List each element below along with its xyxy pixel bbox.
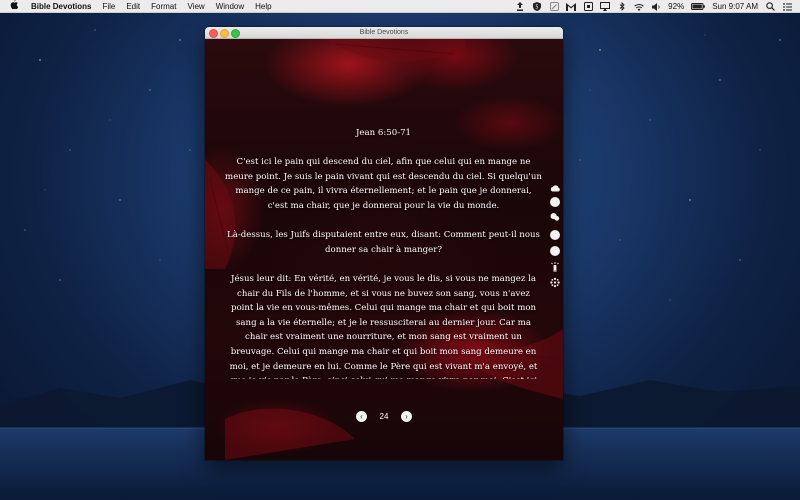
chat-bubbles-icon[interactable] [550,212,560,222]
volume-icon[interactable] [651,2,661,11]
circle-button-icon[interactable] [550,246,560,256]
next-arrow-icon[interactable]: › [401,411,412,422]
notification-center-icon[interactable] [782,2,792,11]
menu-window[interactable]: Window [216,0,244,13]
devotion-view: Jean 6:50-71 C'est ici le pain qui desce… [205,39,563,460]
svg-text:5: 5 [536,4,539,10]
menu-view[interactable]: View [187,0,204,13]
scripture-reference: Jean 6:50-71 [355,128,412,138]
window-title: Bible Devotions [359,29,409,36]
status-area: 5 92% Sun 9:07 AM [515,0,792,13]
circle-button-icon[interactable] [550,197,560,207]
menu-edit[interactable]: Edit [126,0,140,13]
scripture-paragraph: Jésus leur dit: En vérité, en vérité, je… [229,273,538,379]
battery-percent[interactable]: 92% [668,2,684,11]
menu-file[interactable]: File [102,0,115,13]
app-menu[interactable]: Bible Devotions [31,0,91,13]
gmail-icon[interactable] [566,2,577,11]
upload-icon[interactable] [515,2,525,11]
battery-icon[interactable] [691,2,705,11]
menu-format[interactable]: Format [151,0,176,13]
title-bar[interactable]: Bible Devotions [205,27,563,39]
prev-arrow-icon[interactable]: ‹ [356,411,367,422]
page-navigator: ‹ 24 › [205,410,563,424]
cloud-icon[interactable] [550,183,560,193]
menu-help[interactable]: Help [255,0,271,13]
apple-menu-icon[interactable] [10,0,20,13]
page-number: 24 [379,412,389,421]
bluetooth-icon[interactable] [617,2,627,11]
lightbulb-icon[interactable] [550,261,560,271]
spotlight-search-icon[interactable] [765,2,775,11]
circle-button-icon[interactable] [550,230,560,240]
pen-icon[interactable] [549,2,559,11]
shield-icon[interactable]: 5 [532,2,542,11]
scripture-text: Jean 6:50-71 C'est ici le pain qui desce… [225,126,542,379]
airplay-icon[interactable] [600,2,611,11]
scripture-paragraph: Là-dessus, les Juifs disputaient entre e… [227,230,540,255]
settings-dots-icon[interactable] [550,277,560,287]
wifi-icon[interactable] [634,2,644,11]
app-window: Bible Devotions Jean 6:50-71 C'est ici l… [205,27,563,460]
grid-icon[interactable] [583,2,593,11]
clock[interactable]: Sun 9:07 AM [712,2,758,11]
menu-bar: Bible Devotions File Edit Format View Wi… [0,0,800,13]
scripture-paragraph: C'est ici le pain qui descend du ciel, a… [225,157,542,211]
